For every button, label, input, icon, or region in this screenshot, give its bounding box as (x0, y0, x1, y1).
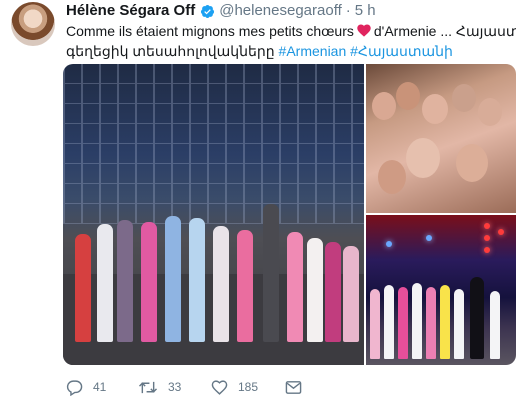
tweet-text-part-1: Comme ils étaient mignons mes petits chœ… (66, 23, 354, 39)
tweet-text-line-1: Comme ils étaient mignons mes petits chœ… (66, 21, 516, 41)
hashtag-hayastani[interactable]: #Հայաստանի (350, 43, 453, 59)
tweet-actions: 41 33 185 (66, 376, 315, 398)
timestamp[interactable]: 5 h (355, 2, 376, 20)
reply-button[interactable]: 41 (66, 376, 138, 398)
envelope-icon (285, 380, 302, 394)
selfie-faces (366, 64, 516, 213)
retweet-button[interactable]: 33 (138, 376, 211, 398)
choir-on-stage-photo[interactable] (63, 64, 364, 365)
display-name[interactable]: Hélène Ségara Off (66, 2, 195, 20)
like-count: 185 (238, 380, 259, 394)
avatar[interactable] (11, 2, 55, 46)
choir-figures (75, 192, 360, 342)
reply-count: 41 (93, 380, 107, 394)
separator-dot: · (345, 2, 351, 19)
tweet-text-armenian: Հայաստանից (455, 23, 516, 39)
media-grid (63, 64, 516, 365)
handle[interactable]: @helenesegaraoff (219, 2, 342, 20)
concert-figures (370, 275, 512, 359)
retweet-icon (138, 381, 158, 393)
tweet-text-line-2: գեղեցիկ տեսահոլովակները #Armenian #Հայաս… (66, 41, 516, 61)
direct-message-button[interactable] (285, 376, 315, 398)
choir-concert-photo[interactable] (366, 215, 516, 365)
retweet-count: 33 (168, 380, 182, 394)
tweet-text: Comme ils étaient mignons mes petits chœ… (66, 21, 516, 61)
like-button[interactable]: 185 (211, 376, 285, 398)
hashtag-armenian[interactable]: #Armenian (279, 43, 347, 59)
heart-icon (357, 24, 371, 37)
tweet-text-armenian-line: գեղեցիկ տեսահոլովակները (66, 43, 275, 59)
tweet-header: Hélène Ségara Off @helenesegaraoff · 5 h (66, 2, 376, 20)
like-icon (211, 379, 228, 395)
verified-badge-icon (201, 4, 215, 18)
tweet[interactable]: Hélène Ségara Off @helenesegaraoff · 5 h… (0, 0, 523, 403)
choir-group-selfie-photo[interactable] (366, 64, 516, 213)
tweet-text-part-2: d'Armenie ... (373, 23, 453, 39)
reply-icon (66, 379, 83, 396)
